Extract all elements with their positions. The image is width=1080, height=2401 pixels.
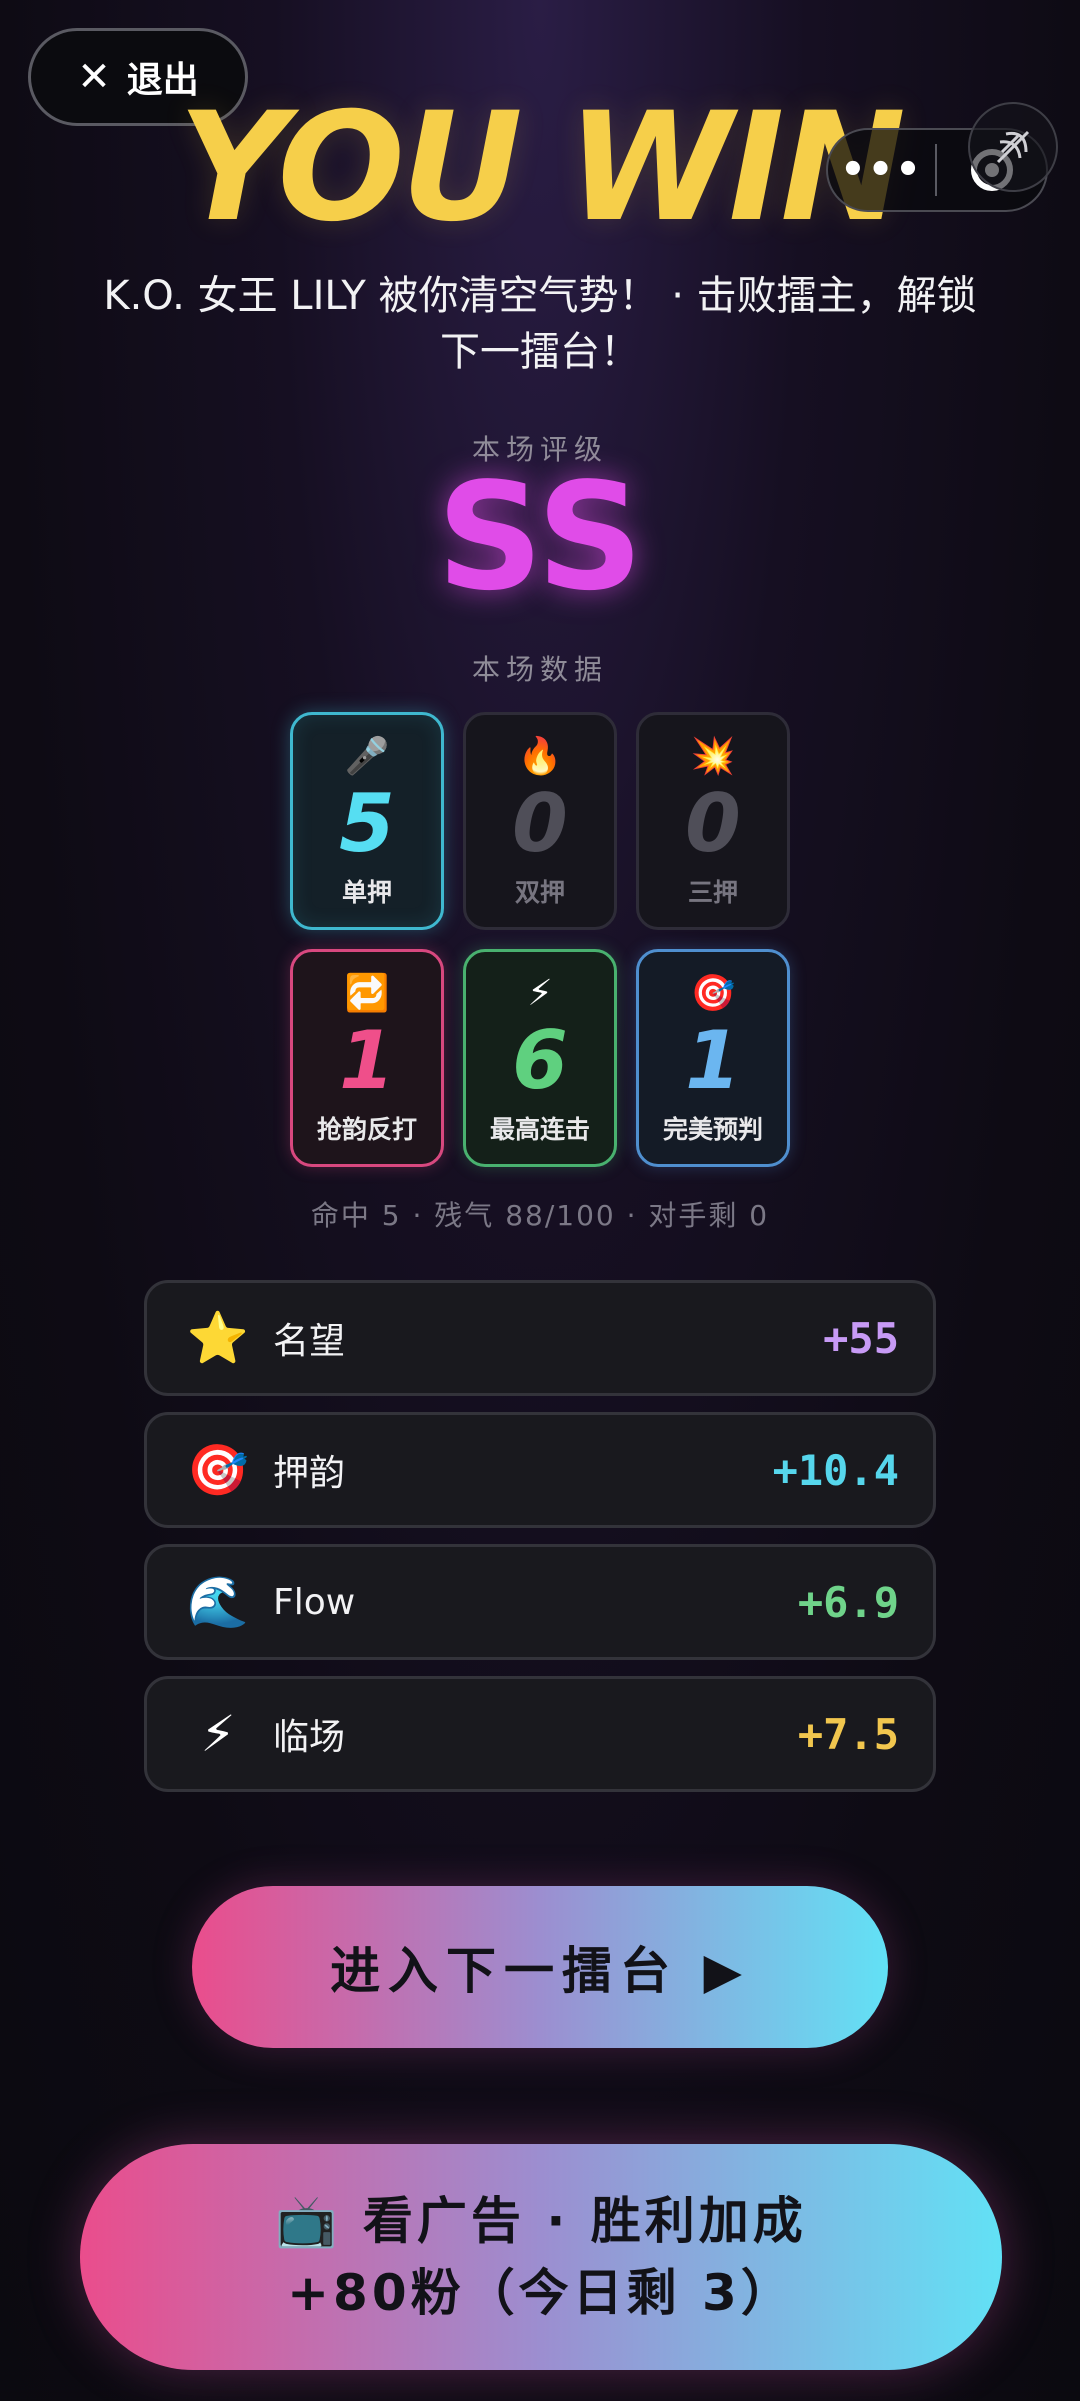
stat-card-double-rhyme: 🔥 0 双押 [463,712,617,930]
ad-button-line-1: 📺 看广告 · 胜利加成 [275,2192,807,2250]
more-button[interactable]: ••• [828,128,935,212]
stat-value: 0 [512,777,568,870]
watch-ad-button[interactable]: 📺 看广告 · 胜利加成 +80粉（今日剩 3） [80,2144,1002,2370]
fire-icon: 🔥 [517,736,563,777]
lightning-icon: ⚡ [527,973,553,1014]
microphone-icon: 🎤 [344,736,390,777]
reward-name: Flow [273,1581,356,1623]
stats-label: 本场数据 [471,653,608,686]
stat-label: 三押 [687,878,738,907]
reward-value: +7.5 [797,1709,899,1759]
reward-row-fame: ⭐ 名望 +55 [144,1280,936,1396]
wave-icon: 🌊 [186,1572,250,1631]
stat-label: 单押 [341,878,392,907]
reward-value: +10.4 [772,1445,899,1495]
stat-card-perfect-predict: 🎯 1 完美预判 [636,949,790,1167]
ad-button-line-2: +80粉（今日剩 3） [287,2264,795,2322]
stat-card-triple-rhyme: 💥 0 三押 [636,712,790,930]
reward-value: +6.9 [797,1577,899,1627]
stat-label: 完美预判 [662,1115,763,1144]
reward-row-live: ⚡ 临场 +7.5 [144,1676,936,1792]
stat-label: 抢韵反打 [316,1115,417,1144]
stat-value: 1 [685,1014,741,1107]
next-stage-button[interactable]: 进入下一擂台 ▶ [192,1886,888,2048]
stat-value: 1 [339,1014,395,1107]
subtitle-line-2: 下一擂台！ [440,329,640,375]
reward-value: +55 [823,1313,899,1363]
reward-name: 押韵 [273,1453,346,1494]
sound-toggle-button[interactable] [968,102,1058,192]
stat-card-single-rhyme: 🎤 5 单押 [290,712,444,930]
stat-label: 双押 [514,878,565,907]
reward-row-rhyme: 🎯 押韵 +10.4 [144,1412,936,1528]
grade-value: SS [436,451,644,623]
explosion-icon: 💥 [690,736,736,777]
result-subtitle: K.O. 女王 LILY 被你清空气势！ · 击败擂主，解锁 下一擂台！ [60,268,1020,380]
repeat-icon: 🔁 [344,973,390,1014]
reward-name: 名望 [273,1321,346,1362]
stat-value: 5 [339,777,395,870]
battle-summary: 命中 5 · 残气 88/100 · 对手剩 0 [310,1199,770,1232]
stat-card-counter-rhyme: 🔁 1 抢韵反打 [290,949,444,1167]
stat-value: 6 [512,1014,568,1107]
stat-card-max-combo: ⚡ 6 最高连击 [463,949,617,1167]
reward-name: 临场 [273,1717,346,1758]
reward-row-flow: 🌊 Flow +6.9 [144,1544,936,1660]
sound-off-icon [996,130,1030,164]
lightning-icon: ⚡ [200,1705,236,1763]
stat-value: 0 [685,777,741,870]
target-icon: 🎯 [690,973,736,1014]
subtitle-line-1: K.O. 女王 LILY 被你清空气势！ · 击败擂主，解锁 [103,273,977,319]
stat-label: 最高连击 [489,1115,590,1144]
star-icon: ⭐ [186,1308,250,1367]
target-icon: 🎯 [186,1440,250,1499]
